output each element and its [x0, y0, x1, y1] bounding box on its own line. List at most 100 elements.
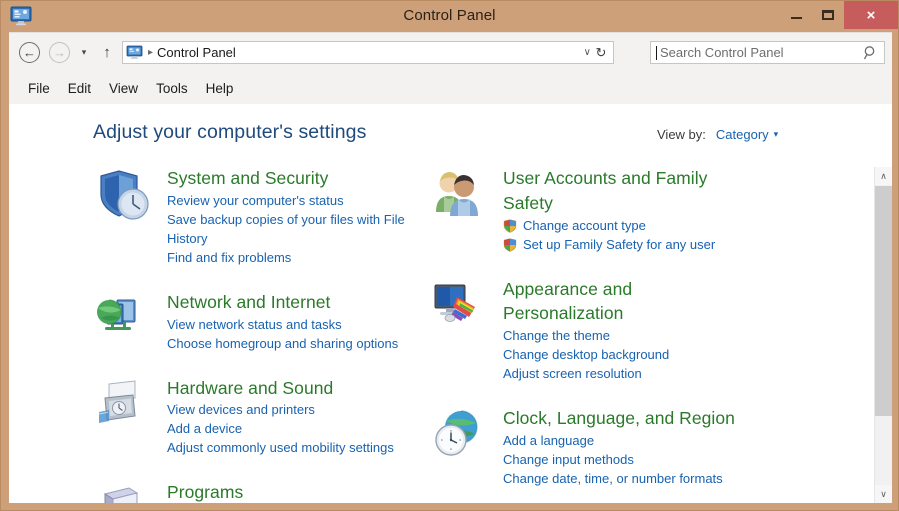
link-change-input-methods[interactable]: Change input methods — [503, 451, 781, 470]
content-area: Adjust your computer's settings View by:… — [9, 104, 892, 503]
category-body: User Accounts and Family Safety Change a… — [503, 166, 781, 255]
breadcrumb-separator: ▸ — [148, 47, 154, 58]
recent-locations-button[interactable]: ▾ — [77, 46, 91, 58]
category-hardware-and-sound: Hardware and Sound View devices and prin… — [95, 376, 445, 459]
link-adjust-mobility-settings[interactable]: Adjust commonly used mobility settings — [167, 439, 445, 458]
maximize-icon — [822, 10, 834, 20]
category-body: Network and Internet View network status… — [167, 290, 445, 354]
address-dropdown-icon[interactable]: ∨ — [584, 47, 591, 58]
category-links: Change account type Set up Family Safety… — [503, 217, 781, 255]
link-change-date-time-number-formats[interactable]: Change date, time, or number formats — [503, 470, 781, 489]
navigation-bar: ← → ▾ ↑ ▸ Control Panel ∨ ↻ Search Contr… — [9, 33, 892, 72]
back-button[interactable]: ← — [19, 42, 40, 63]
address-control-panel-icon — [126, 45, 143, 60]
category-column-left: System and Security Review your computer… — [95, 166, 445, 503]
category-title[interactable]: System and Security — [167, 166, 328, 191]
scrollbar-thumb[interactable] — [875, 186, 892, 416]
category-links: Add a language Change input methods Chan… — [503, 432, 781, 489]
category-column-right: User Accounts and Family Safety Change a… — [431, 166, 781, 503]
up-arrow-icon: ↑ — [103, 44, 111, 61]
shield-clock-icon — [95, 168, 153, 224]
category-body: Programs — [167, 480, 445, 503]
minimize-button[interactable] — [780, 1, 812, 29]
category-body: System and Security Review your computer… — [167, 166, 445, 268]
category-links: View network status and tasks Choose hom… — [167, 316, 445, 354]
window-chrome: ← → ▾ ↑ ▸ Control Panel ∨ ↻ Search Contr… — [9, 32, 892, 104]
uac-shield-icon — [503, 238, 517, 252]
link-set-up-family-safety[interactable]: Set up Family Safety for any user — [503, 236, 781, 255]
view-by-value[interactable]: Category — [716, 127, 769, 142]
view-by-control: View by: Category ▾ — [657, 127, 778, 142]
up-button[interactable]: ↑ — [99, 43, 115, 62]
category-title[interactable]: Network and Internet — [167, 290, 330, 315]
address-bar[interactable]: ▸ Control Panel ∨ ↻ — [122, 41, 614, 64]
maximize-button[interactable] — [812, 1, 844, 29]
globe-monitors-icon — [95, 292, 153, 348]
category-user-accounts-and-family-safety: User Accounts and Family Safety Change a… — [431, 166, 781, 255]
software-box-icon — [95, 482, 153, 503]
printer-icon — [95, 378, 153, 434]
page-title: Adjust your computer's settings — [93, 121, 367, 143]
view-by-label: View by: — [657, 127, 706, 142]
category-title[interactable]: Programs — [167, 480, 243, 503]
category-body: Hardware and Sound View devices and prin… — [167, 376, 445, 459]
text-caret — [656, 45, 657, 60]
link-view-network-status-and-tasks[interactable]: View network status and tasks — [167, 316, 445, 335]
back-arrow-icon: ← — [23, 45, 36, 60]
close-icon: × — [866, 6, 876, 24]
menu-item-view[interactable]: View — [100, 79, 147, 98]
menu-item-tools[interactable]: Tools — [147, 79, 197, 98]
minimize-icon — [790, 17, 802, 19]
menu-bar: File Edit View Tools Help — [9, 72, 892, 105]
link-change-account-type[interactable]: Change account type — [503, 217, 781, 236]
category-title[interactable]: Clock, Language, and Region — [503, 406, 735, 431]
scroll-down-button[interactable]: ∨ — [875, 485, 892, 503]
category-links: Review your computer's status Save backu… — [167, 192, 445, 268]
link-view-devices-and-printers[interactable]: View devices and printers — [167, 401, 445, 420]
search-placeholder: Search Control Panel — [660, 45, 784, 60]
close-button[interactable]: × — [844, 1, 898, 29]
category-title[interactable]: Appearance and Personalization — [503, 277, 753, 327]
category-title[interactable]: User Accounts and Family Safety — [503, 166, 753, 216]
clock-globe-icon — [431, 408, 489, 464]
chevron-down-icon[interactable]: ▾ — [774, 129, 779, 140]
title-bar: Control Panel × — [1, 1, 898, 32]
window-title: Control Panel — [403, 7, 496, 24]
menu-item-edit[interactable]: Edit — [59, 79, 100, 98]
link-choose-homegroup-sharing-options[interactable]: Choose homegroup and sharing options — [167, 335, 445, 354]
link-save-backup-copies-file-history[interactable]: Save backup copies of your files with Fi… — [167, 211, 445, 249]
category-appearance-and-personalization: Appearance and Personalization Change th… — [431, 277, 781, 385]
refresh-button[interactable]: ↻ — [592, 44, 610, 62]
category-network-and-internet: Network and Internet View network status… — [95, 290, 445, 354]
menu-item-file[interactable]: File — [19, 79, 59, 98]
link-label: Set up Family Safety for any user — [523, 236, 716, 252]
menu-item-help[interactable]: Help — [197, 79, 243, 98]
link-label: Change account type — [523, 217, 646, 233]
link-review-your-computers-status[interactable]: Review your computer's status — [167, 192, 445, 211]
monitor-palette-icon — [431, 279, 489, 335]
uac-shield-icon — [503, 219, 517, 233]
category-links: Change the theme Change desktop backgrou… — [503, 327, 781, 384]
category-body: Appearance and Personalization Change th… — [503, 277, 781, 385]
link-change-the-theme[interactable]: Change the theme — [503, 327, 781, 346]
category-programs: Programs — [95, 480, 445, 503]
category-body: Clock, Language, and Region Add a langua… — [503, 406, 781, 489]
link-adjust-screen-resolution[interactable]: Adjust screen resolution — [503, 365, 781, 384]
two-users-icon — [431, 168, 489, 224]
link-find-and-fix-problems[interactable]: Find and fix problems — [167, 249, 445, 268]
search-input[interactable]: Search Control Panel — [650, 41, 885, 64]
link-add-a-device[interactable]: Add a device — [167, 420, 445, 439]
chevron-down-icon: ▾ — [81, 47, 87, 57]
search-icon[interactable] — [863, 45, 878, 61]
category-links: View devices and printers Add a device A… — [167, 401, 445, 458]
category-title[interactable]: Hardware and Sound — [167, 376, 333, 401]
forward-arrow-icon: → — [53, 45, 66, 60]
breadcrumb-path[interactable]: Control Panel — [157, 45, 236, 60]
category-clock-language-and-region: Clock, Language, and Region Add a langua… — [431, 406, 781, 489]
link-add-a-language[interactable]: Add a language — [503, 432, 781, 451]
scroll-up-button[interactable]: ∧ — [875, 167, 892, 185]
forward-button[interactable]: → — [49, 42, 70, 63]
vertical-scrollbar[interactable]: ∧ ∨ — [874, 167, 892, 503]
control-panel-window: Control Panel × ← → ▾ ↑ ▸ Control Panel … — [0, 0, 899, 511]
link-change-desktop-background[interactable]: Change desktop background — [503, 346, 781, 365]
